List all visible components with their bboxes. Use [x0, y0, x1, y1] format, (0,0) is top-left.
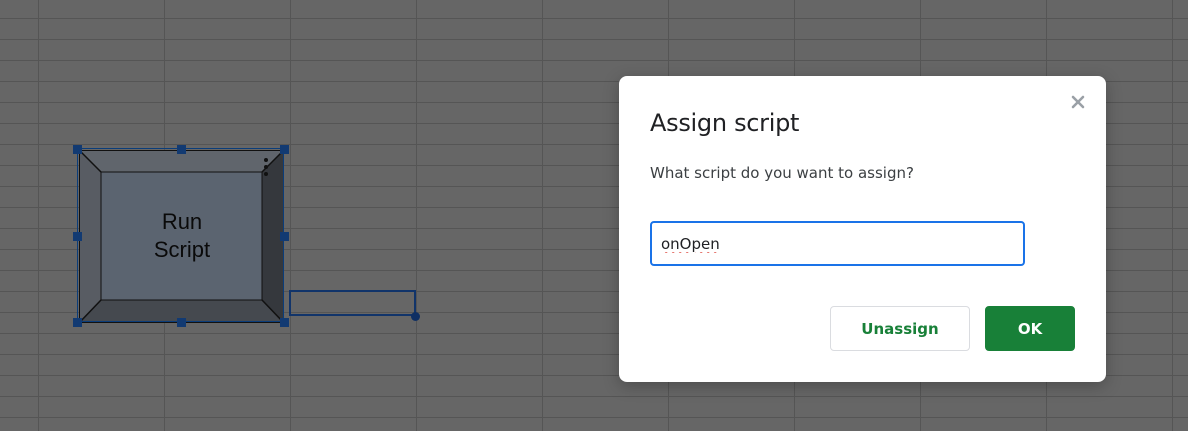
close-icon[interactable] — [1068, 92, 1088, 112]
resize-handle-top-left[interactable] — [73, 145, 82, 154]
resize-handle-right[interactable] — [280, 232, 289, 241]
cell-fill-handle[interactable] — [411, 312, 420, 321]
dialog-prompt: What script do you want to assign? — [650, 164, 914, 182]
resize-handle-left[interactable] — [73, 232, 82, 241]
dialog-title: Assign script — [650, 109, 800, 137]
resize-handle-bottom-right[interactable] — [280, 318, 289, 327]
assign-script-dialog: Assign script What script do you want to… — [619, 76, 1106, 382]
spreadsheet-grid[interactable]: Run Script Assign script What script do … — [0, 0, 1188, 431]
script-name-input[interactable] — [650, 221, 1025, 266]
run-script-drawing[interactable]: Run Script — [79, 150, 284, 323]
ok-button[interactable]: OK — [985, 306, 1075, 351]
resize-handle-top[interactable] — [177, 145, 186, 154]
active-cell[interactable] — [289, 290, 416, 316]
resize-handle-bottom[interactable] — [177, 318, 186, 327]
drawing-label: Run Script — [153, 209, 211, 262]
resize-handle-bottom-left[interactable] — [73, 318, 82, 327]
drawing-menu-icon[interactable] — [262, 158, 270, 180]
resize-handle-top-right[interactable] — [280, 145, 289, 154]
unassign-button[interactable]: Unassign — [830, 306, 970, 351]
